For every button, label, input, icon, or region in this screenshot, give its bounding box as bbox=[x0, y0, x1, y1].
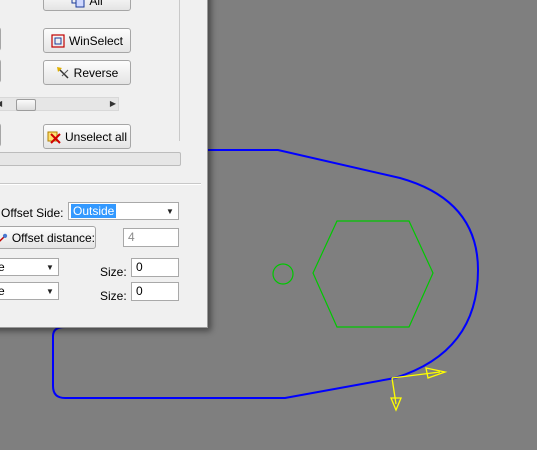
row2-type-value: e bbox=[0, 284, 5, 298]
row1-size-field[interactable]: 0 bbox=[131, 258, 179, 277]
offset-side-select[interactable]: Outside ▼ bbox=[68, 202, 179, 220]
select-all-icon bbox=[71, 0, 85, 8]
row2-size-label: Size: bbox=[100, 289, 127, 303]
row1-type-value: e bbox=[0, 260, 5, 274]
chevron-down-icon[interactable]: ▼ bbox=[162, 207, 178, 216]
offset-distance-button[interactable]: Offset distance: bbox=[0, 226, 96, 249]
winselect-button[interactable]: WinSelect bbox=[43, 28, 131, 53]
left-button-2[interactable] bbox=[0, 59, 1, 83]
group-divider-highlight bbox=[0, 184, 201, 185]
dialog-inner-divider bbox=[179, 0, 180, 141]
row2-type-select[interactable]: e ▼ bbox=[0, 282, 59, 300]
unselect-all-label: Unselect all bbox=[64, 129, 128, 144]
row1-size-label: Size: bbox=[100, 265, 127, 279]
chevron-down-icon[interactable]: ▼ bbox=[42, 263, 58, 272]
hexagon-pocket[interactable] bbox=[312, 220, 434, 328]
row1-type-select[interactable]: e ▼ bbox=[0, 258, 59, 276]
winselect-label: WinSelect bbox=[68, 33, 124, 48]
reverse-icon bbox=[56, 66, 69, 79]
offset-dialog: All WinSelect Reverse ◀ ▶ Unselect all bbox=[0, 0, 208, 328]
winselect-icon bbox=[51, 33, 65, 48]
offset-distance-label: Offset distance: bbox=[11, 230, 95, 245]
scroll-left-icon[interactable]: ◀ bbox=[0, 99, 2, 108]
offset-side-value: Outside bbox=[71, 204, 117, 218]
scroll-right-icon[interactable]: ▶ bbox=[110, 99, 116, 108]
chevron-down-icon[interactable]: ▼ bbox=[42, 287, 58, 296]
progress-bar bbox=[0, 152, 181, 166]
reverse-button[interactable]: Reverse bbox=[43, 60, 131, 85]
reverse-label: Reverse bbox=[73, 65, 119, 80]
left-button-1[interactable] bbox=[0, 27, 1, 51]
offset-distance-icon bbox=[0, 233, 8, 242]
scrollbar-thumb[interactable] bbox=[15, 99, 36, 111]
offset-distance-field[interactable]: 4 bbox=[123, 228, 179, 247]
horizontal-scrollbar[interactable]: ◀ ▶ bbox=[0, 97, 119, 111]
left-button-3[interactable] bbox=[0, 123, 1, 147]
direction-arrows bbox=[390, 367, 448, 412]
select-all-label: All bbox=[89, 0, 103, 8]
unselect-all-icon bbox=[47, 131, 61, 144]
offset-side-label: Offset Side: bbox=[1, 206, 64, 220]
select-all-button[interactable]: All bbox=[43, 0, 131, 11]
row2-size-field[interactable]: 0 bbox=[131, 282, 179, 301]
drill-hole[interactable] bbox=[272, 263, 294, 285]
unselect-all-button[interactable]: Unselect all bbox=[43, 124, 131, 149]
